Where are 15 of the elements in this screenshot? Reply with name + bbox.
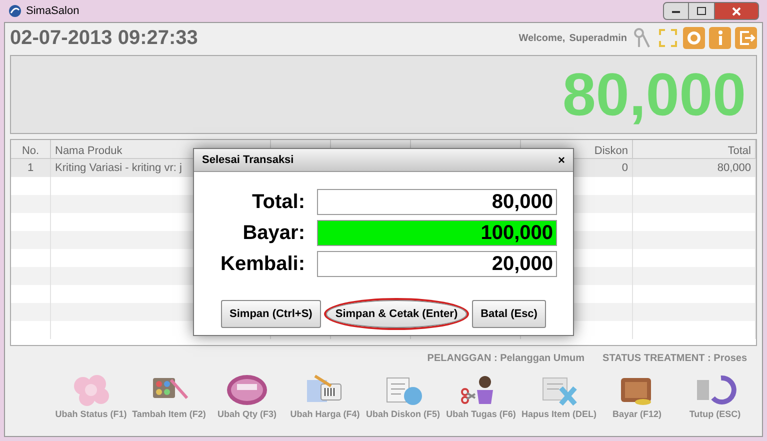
grand-total: 80,000: [562, 64, 746, 124]
date-time: 02-07-2013 09:27:33: [10, 26, 198, 51]
dialog-title: Selesai Transaksi: [202, 152, 295, 168]
window-title: SimaSalon: [26, 4, 80, 19]
table-cell: 0: [622, 162, 628, 174]
table-cell: 80,000: [717, 162, 751, 174]
welcome-text: Welcome,: [518, 32, 566, 46]
field-label: Total:: [251, 192, 305, 212]
status-text: STATUS TREATMENT : Proses: [602, 352, 747, 366]
table-cell: 1: [27, 162, 34, 174]
status-text: PELANGGAN : Pelanggan Umum: [427, 352, 585, 366]
username: Superadmin: [569, 32, 627, 46]
field-label: Kembali:: [220, 254, 305, 274]
field-label: Bayar:: [242, 223, 305, 243]
table-cell: Kriting Variasi - kriting vr: j: [55, 162, 182, 174]
